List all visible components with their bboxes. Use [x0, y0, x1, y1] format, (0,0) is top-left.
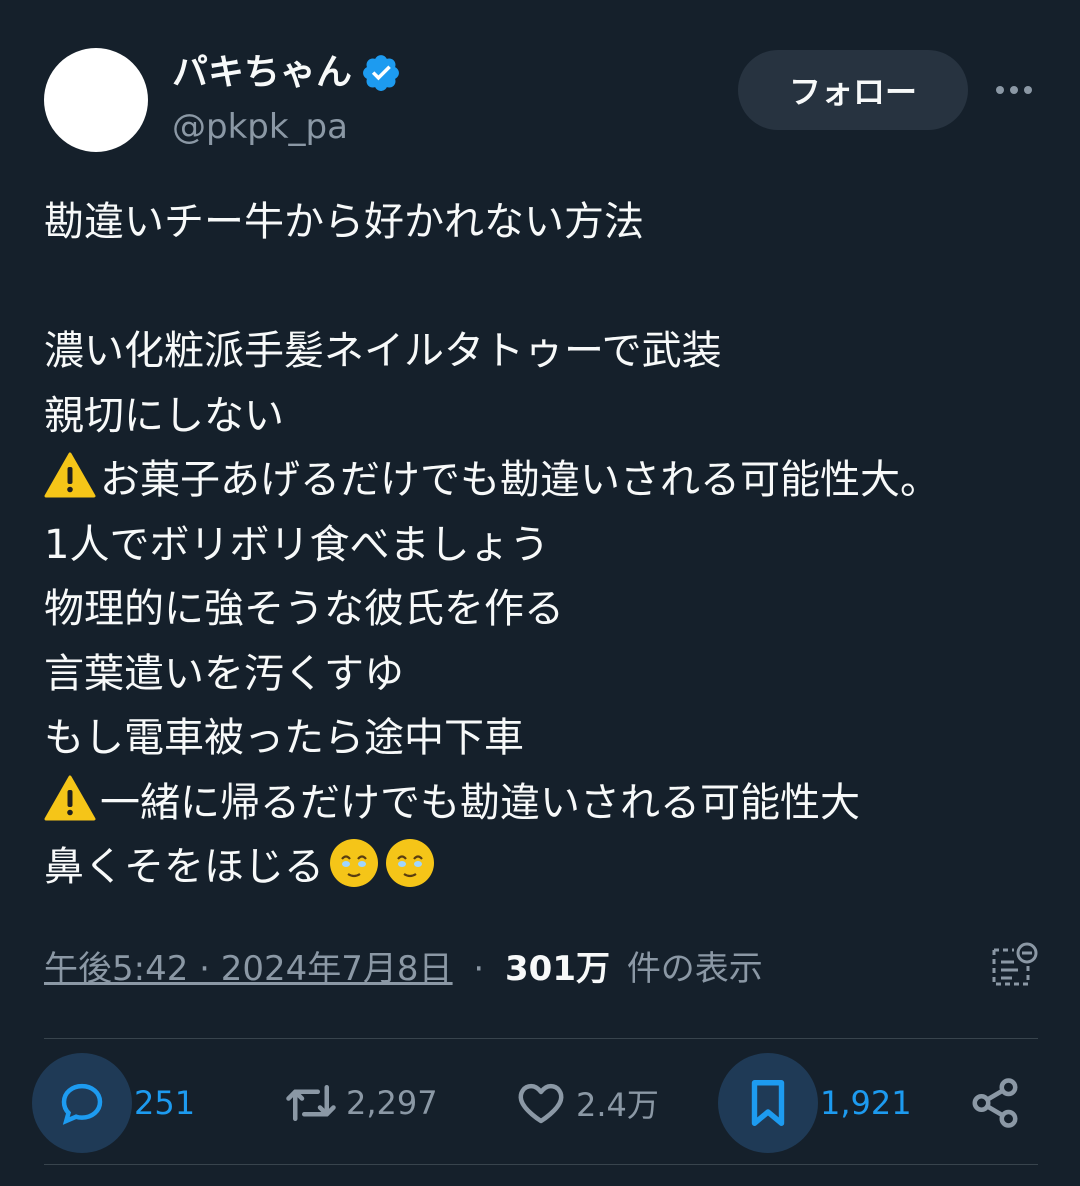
tweet-line: 勘違いチー牛から好かれない方法 — [44, 190, 1044, 255]
action-bar: 251 2,297 2.4万 1,921 — [0, 1040, 1080, 1166]
author-display-name[interactable]: パキちゃん — [172, 48, 352, 98]
tweet-line-text: 親切にしない — [44, 392, 284, 439]
heart-icon — [518, 1083, 564, 1124]
share-icon — [972, 1078, 1018, 1128]
tweet-line — [44, 255, 1044, 320]
bookmark-icon — [751, 1080, 785, 1126]
warning-icon — [44, 774, 96, 822]
tweet-line-text: 1人でボリボリ食べましょう — [44, 521, 550, 568]
retweet-icon — [286, 1085, 336, 1121]
bookmark-highlight — [718, 1053, 818, 1153]
tweet-line-text: もし電車被ったら途中下車 — [44, 715, 524, 761]
reply-highlight — [32, 1053, 132, 1153]
follow-button[interactable]: フォロー — [738, 50, 968, 130]
reply-count: 251 — [134, 1084, 196, 1122]
tweet-line: 物理的に強そうな彼氏を作る — [44, 577, 1044, 642]
tweet-line-text: 勘違いチー牛から好かれない方法 — [44, 199, 644, 245]
tweet-line: 鼻くそをほじる — [44, 835, 1044, 900]
tweet-line: 一緒に帰るだけでも勘違いされる可能性大 — [44, 771, 1044, 836]
verified-badge-icon — [363, 55, 399, 91]
tweet-line: もし電車被ったら途中下車 — [44, 706, 1044, 771]
face-holding-back-tears-icon — [384, 837, 436, 889]
tweet-line: 親切にしない — [44, 384, 1044, 449]
views-count: 301万 — [505, 949, 610, 989]
tweet-timestamp[interactable]: 午後5:42 · 2024年7月8日 — [44, 949, 453, 989]
tweet-line: 1人でボリボリ食べましょう — [44, 513, 1044, 578]
tweet-line-text: 鼻くそをほじる — [44, 844, 324, 890]
tweet-line: 言葉遣いを汚くすゆ — [44, 642, 1044, 707]
bookmark-count: 1,921 — [820, 1084, 912, 1122]
tweet-text: 勘違いチー牛から好かれない方法濃い化粧派手髪ネイルタトゥーで武装 親切にしないお菓… — [44, 190, 1044, 900]
tweet-meta: 午後5:42 · 2024年7月8日 · 301万 件の表示 — [44, 944, 763, 994]
retweet-count: 2,297 — [346, 1084, 438, 1122]
divider-bottom — [44, 1164, 1038, 1165]
reply-button[interactable]: 251 — [32, 1040, 195, 1166]
meta-separator: · — [473, 949, 485, 989]
tweet-line-text: 言葉遣いを汚くすゆ — [44, 650, 404, 697]
tweet-line-text: お菓子あげるだけでも勘違いされる可能性大。 — [100, 457, 940, 503]
tweet-line: お菓子あげるだけでも勘違いされる可能性大。 — [44, 448, 1044, 513]
share-button[interactable] — [968, 1040, 1022, 1166]
warning-icon — [44, 451, 96, 499]
avatar[interactable] — [44, 48, 148, 152]
author-name-row[interactable]: パキちゃん — [172, 48, 402, 98]
reply-icon — [61, 1083, 103, 1125]
author-handle[interactable]: @pkpk_pa — [172, 104, 348, 150]
more-horizontal-icon[interactable] — [990, 66, 1038, 114]
like-count: 2.4万 — [576, 1086, 659, 1124]
tweet-line-text: 一緒に帰るだけでも勘違いされる可能性大 — [100, 779, 860, 826]
bookmark-button[interactable]: 1,921 — [718, 1040, 912, 1166]
views-label: 件の表示 — [626, 949, 763, 989]
like-button[interactable]: 2.4万 — [514, 1040, 659, 1166]
analytics-icon[interactable] — [988, 940, 1040, 992]
tweet-line-text: 濃い化粧派手髪ネイルタトゥーで武装 — [44, 328, 722, 374]
retweet-button[interactable]: 2,297 — [284, 1040, 438, 1166]
divider — [44, 1038, 1038, 1039]
tweet-line-text: 物理的に強そうな彼氏を作る — [44, 586, 564, 632]
tweet-line: 濃い化粧派手髪ネイルタトゥーで武装 — [44, 319, 1044, 384]
face-holding-back-tears-icon — [328, 837, 380, 889]
